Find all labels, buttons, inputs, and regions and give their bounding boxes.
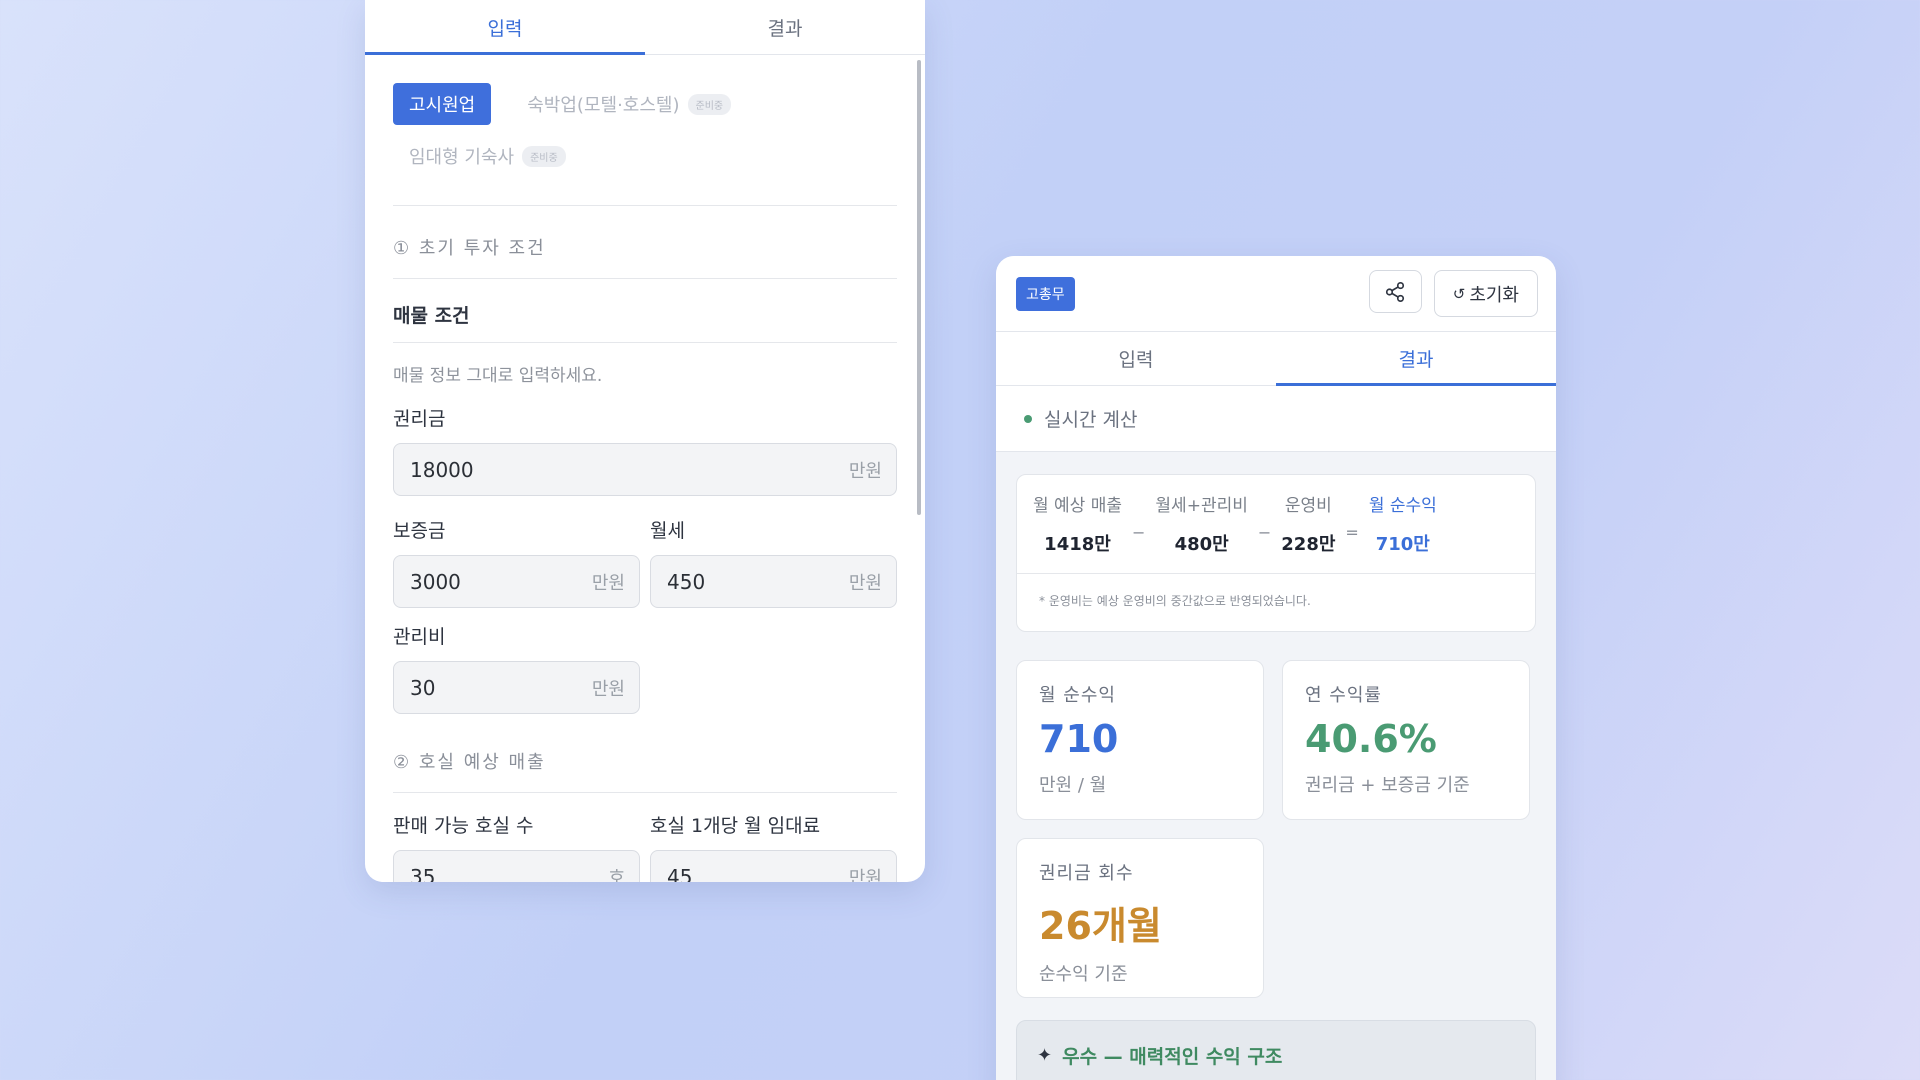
- minus-operator: −: [1257, 523, 1272, 542]
- unit-label: 호: [608, 867, 625, 883]
- metric-card-payback: 권리금 회수 26개월 순수익 기준: [1016, 838, 1264, 998]
- formula-label: 월세+관리비: [1155, 496, 1248, 516]
- business-type-dormitory[interactable]: 임대형 기숙사 준비중: [393, 135, 582, 177]
- metric-sub: 순수익 기준: [1039, 964, 1128, 985]
- maintenance-label: 관리비: [393, 626, 446, 648]
- metric-sub: 만원 / 월: [1039, 775, 1107, 796]
- profit-formula: 월 예상 매출 1418만 − 월세+관리비 480만 − 운영비 228만 =…: [1017, 475, 1535, 574]
- left-tabs: 입력 결과: [365, 0, 925, 55]
- metric-value: 710: [1039, 717, 1119, 761]
- team-badge: 고총무: [1016, 276, 1075, 311]
- right-tabs: 입력 결과: [996, 331, 1556, 386]
- tab-result[interactable]: 결과: [645, 0, 925, 54]
- metric-card-net-profit: 월 순수익 710 만원 / 월: [1016, 660, 1264, 820]
- sparkle-icon: ✦: [1037, 1044, 1053, 1066]
- metric-label: 연 수익률: [1305, 685, 1382, 706]
- profit-formula-card: 월 예상 매출 1418만 − 월세+관리비 480만 − 운영비 228만 =…: [1016, 474, 1536, 632]
- formula-value: 710만: [1375, 534, 1430, 555]
- rent-field[interactable]: 450 만원: [650, 555, 897, 608]
- rooms-field[interactable]: 35 호: [393, 850, 640, 882]
- key-money-label: 권리금: [393, 408, 446, 430]
- formula-value: 228만: [1281, 534, 1336, 555]
- rent-value[interactable]: 450: [667, 570, 705, 594]
- formula-label: 운영비: [1284, 496, 1332, 516]
- rooms-label: 판매 가능 호실 수: [393, 815, 534, 837]
- metric-label: 권리금 회수: [1039, 863, 1134, 884]
- result-panel: 고총무 ↺ 초기화 입력 결과 실시간 계산 월 예상 매출 1418만 − 월…: [996, 256, 1556, 1080]
- deposit-label: 보증금: [393, 520, 446, 542]
- section-title-revenue: ② 호실 예상 매출: [393, 752, 546, 773]
- deposit-value[interactable]: 3000: [410, 570, 461, 594]
- business-type-label: 임대형 기숙사: [409, 147, 515, 168]
- formula-label: 월 예상 매출: [1033, 496, 1123, 516]
- room-rent-field[interactable]: 45 만원: [650, 850, 897, 882]
- business-type-lodging[interactable]: 숙박업(모텔·호스텔) 준비중: [511, 83, 747, 125]
- live-dot-icon: [1024, 414, 1032, 423]
- reset-icon: ↺: [1452, 284, 1466, 303]
- metric-card-annual-yield: 연 수익률 40.6% 권리금 + 보증금 기준: [1282, 660, 1530, 820]
- equals-operator: =: [1345, 523, 1359, 542]
- share-button[interactable]: [1368, 270, 1422, 313]
- metric-value: 40.6%: [1305, 717, 1437, 761]
- tab-input[interactable]: 입력: [996, 332, 1276, 385]
- metric-label: 월 순수익: [1039, 685, 1116, 706]
- formula-rent: 월세+관리비 480만: [1155, 491, 1247, 556]
- coming-soon-badge: 준비중: [687, 93, 732, 115]
- business-type-label: 고시원업: [409, 95, 476, 116]
- input-panel: 입력 결과 고시원업 숙박업(모텔·호스텔) 준비중 임대형 기숙사 준비중 ①…: [365, 0, 925, 882]
- rooms-value[interactable]: 35: [410, 865, 435, 883]
- tab-input[interactable]: 입력: [365, 0, 645, 55]
- formula-opex: 운영비 228만: [1281, 491, 1335, 556]
- metric-sub: 권리금 + 보증금 기준: [1305, 775, 1470, 796]
- tab-result[interactable]: 결과: [1276, 332, 1556, 386]
- section-title-investment: ① 초기 투자 조건: [393, 238, 546, 259]
- metric-grid: 월 순수익 710 만원 / 월 연 수익률 40.6% 권리금 + 보증금 기…: [1016, 660, 1536, 998]
- property-heading: 매물 조건: [393, 305, 470, 327]
- business-type-label: 숙박업(모텔·호스텔): [527, 95, 680, 116]
- unit-label: 만원: [848, 460, 882, 482]
- coming-soon-badge: 준비중: [522, 145, 566, 167]
- room-rent-label: 호실 1개당 월 임대료: [650, 815, 821, 837]
- rating-text: 우수 — 매력적인 수익 구조: [1062, 1045, 1283, 1068]
- unit-label: 만원: [591, 572, 625, 594]
- formula-value: 1418만: [1044, 534, 1111, 555]
- live-calc-indicator: 실시간 계산: [996, 386, 1556, 452]
- scrollbar[interactable]: [917, 60, 921, 515]
- formula-net: 월 순수익 710만: [1369, 491, 1437, 556]
- formula-value: 480만: [1174, 534, 1229, 555]
- unit-label: 만원: [848, 572, 882, 594]
- share-icon: [1386, 281, 1405, 302]
- business-type-selector: 고시원업 숙박업(모텔·호스텔) 준비중 임대형 기숙사 준비중: [393, 83, 793, 177]
- maintenance-field[interactable]: 30 만원: [393, 661, 640, 714]
- business-type-gosiwon[interactable]: 고시원업: [393, 83, 492, 125]
- formula-note: * 운영비는 예상 운영비의 중간값으로 반영되었습니다.: [1039, 594, 1311, 608]
- room-rent-value[interactable]: 45: [667, 865, 692, 883]
- result-header: 고총무 ↺ 초기화: [996, 256, 1556, 331]
- live-calc-label: 실시간 계산: [1044, 409, 1138, 431]
- divider: [393, 792, 897, 793]
- formula-revenue: 월 예상 매출 1418만: [1033, 491, 1122, 556]
- unit-label: 만원: [591, 678, 625, 700]
- reset-label: 초기화: [1469, 284, 1519, 306]
- property-hint: 매물 정보 그대로 입력하세요.: [393, 366, 603, 386]
- maintenance-value[interactable]: 30: [410, 676, 435, 700]
- reset-button[interactable]: ↺ 초기화: [1433, 270, 1538, 317]
- unit-label: 만원: [848, 867, 882, 883]
- key-money-field[interactable]: 18000 만원: [393, 443, 897, 496]
- minus-operator: −: [1132, 523, 1146, 542]
- rating-banner: ✦ 우수 — 매력적인 수익 구조: [1016, 1020, 1536, 1080]
- rent-label: 월세: [650, 520, 685, 542]
- key-money-value[interactable]: 18000: [410, 458, 474, 482]
- deposit-field[interactable]: 3000 만원: [393, 555, 640, 608]
- formula-label: 월 순수익: [1368, 496, 1437, 516]
- metric-value: 26개월: [1039, 904, 1162, 948]
